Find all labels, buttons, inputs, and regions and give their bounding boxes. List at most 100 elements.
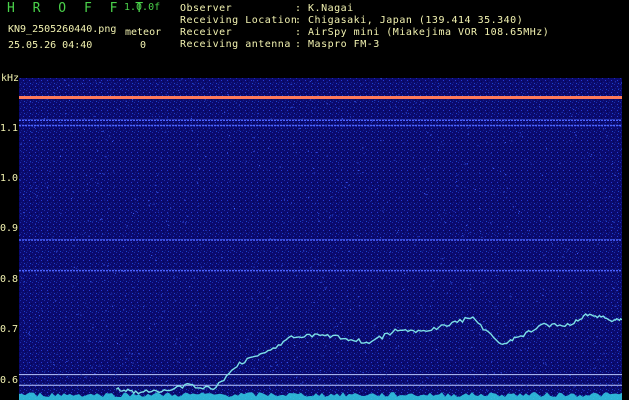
noise-pixel: [52, 231, 53, 233]
noise-pixel: [436, 349, 438, 350]
noise-pixel: [53, 364, 55, 365]
noise-pixel: [597, 359, 599, 361]
noise-pixel: [160, 294, 162, 296]
noise-pixel: [19, 234, 21, 236]
noise-pixel: [325, 125, 327, 127]
noise-pixel: [25, 331, 27, 333]
noise-pixel: [510, 279, 512, 281]
noise-pixel: [113, 171, 115, 173]
noise-pixel: [309, 81, 311, 82]
noise-pixel: [352, 274, 354, 276]
noise-pixel: [322, 386, 324, 388]
noise-pixel: [313, 168, 315, 169]
noise-pixel: [605, 220, 607, 222]
noise-pixel: [575, 134, 577, 136]
noise-pixel: [413, 332, 415, 334]
noise-pixel: [238, 129, 240, 131]
noise-pixel: [47, 226, 49, 228]
noise-pixel: [103, 173, 105, 175]
noise-pixel: [138, 279, 140, 281]
noise-pixel: [617, 379, 619, 381]
noise-pixel: [480, 230, 482, 232]
noise-pixel: [88, 235, 90, 237]
noise-pixel: [165, 381, 167, 382]
noise-pixel: [35, 137, 37, 139]
noise-pixel: [589, 336, 591, 338]
noise-pixel: [181, 138, 183, 140]
noise-pixel: [159, 116, 160, 118]
noise-pixel: [549, 290, 551, 292]
noise-pixel: [307, 150, 309, 152]
noise-pixel: [337, 351, 339, 353]
noise-pixel: [198, 205, 200, 207]
noise-pixel: [98, 136, 100, 138]
noise-pixel: [253, 151, 255, 153]
noise-pixel: [563, 125, 565, 127]
noise-pixel: [595, 182, 596, 184]
noise-pixel: [111, 293, 113, 295]
noise-pixel: [95, 312, 97, 314]
noise-pixel: [30, 187, 32, 189]
noise-pixel: [606, 135, 608, 137]
noise-pixel: [406, 112, 407, 114]
noise-pixel: [374, 324, 376, 326]
noise-pixel: [565, 335, 567, 337]
noise-pixel: [102, 234, 104, 235]
noise-pixel: [99, 219, 101, 221]
noise-pixel: [90, 281, 92, 283]
noise-pixel: [334, 338, 336, 340]
noise-pixel: [395, 316, 397, 318]
noise-pixel: [296, 376, 298, 378]
noise-pixel: [227, 152, 228, 154]
noise-pixel: [473, 375, 475, 377]
noise-pixel: [516, 94, 518, 96]
noise-pixel: [149, 327, 151, 329]
noise-pixel: [472, 369, 474, 371]
noise-pixel: [169, 178, 171, 180]
noise-pixel: [72, 191, 74, 193]
noise-pixel: [307, 104, 309, 106]
noise-pixel: [68, 84, 70, 86]
noise-pixel: [553, 383, 555, 385]
noise-pixel: [389, 252, 391, 253]
noise-pixel: [519, 349, 521, 351]
noise-pixel: [468, 127, 470, 129]
noise-pixel: [46, 186, 48, 188]
noise-pixel: [291, 202, 292, 204]
noise-pixel: [542, 288, 544, 290]
noise-pixel: [123, 270, 125, 272]
noise-pixel: [552, 229, 554, 231]
noise-pixel: [107, 356, 109, 358]
noise-pixel: [239, 345, 241, 347]
noise-pixel: [531, 88, 533, 89]
noise-pixel: [582, 351, 584, 353]
noise-pixel: [166, 117, 168, 119]
noise-pixel: [427, 377, 429, 379]
noise-pixel: [270, 365, 272, 367]
noise-pixel: [353, 288, 355, 289]
noise-pixel: [294, 271, 295, 273]
noise-pixel: [104, 199, 106, 201]
noise-pixel: [450, 359, 452, 361]
noise-pixel: [91, 178, 93, 179]
noise-pixel: [340, 248, 342, 249]
info-value-receiver: : AirSpy mini (Miakejima VOR 108.65MHz): [295, 27, 550, 38]
noise-pixel: [275, 361, 277, 363]
noise-pixel: [151, 255, 153, 256]
noise-pixel: [52, 236, 54, 238]
noise-pixel: [349, 308, 351, 310]
noise-pixel: [285, 248, 287, 250]
noise-pixel: [412, 157, 414, 159]
noise-pixel: [302, 381, 304, 383]
noise-pixel: [602, 106, 604, 108]
noise-pixel: [613, 287, 615, 289]
noise-pixel: [531, 323, 533, 325]
noise-pixel: [185, 191, 187, 193]
noise-pixel: [156, 118, 158, 120]
noise-pixel: [338, 163, 340, 165]
noise-pixel: [491, 143, 493, 145]
noise-pixel: [200, 266, 202, 268]
noise-pixel: [421, 250, 423, 252]
noise-pixel: [87, 306, 89, 308]
noise-pixel: [53, 388, 55, 390]
